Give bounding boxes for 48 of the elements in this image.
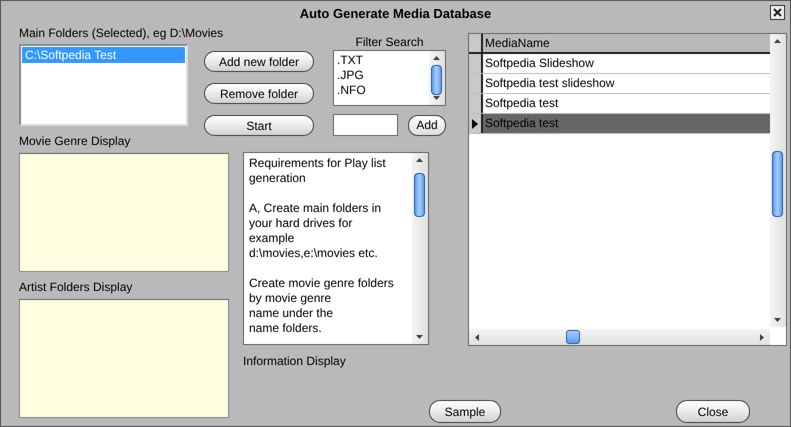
- list-item[interactable]: .JPG: [337, 68, 429, 83]
- down-arrow-icon[interactable]: [433, 96, 440, 100]
- movie-genre-label: Movie Genre Display: [19, 134, 132, 148]
- left-arrow-icon[interactable]: [475, 334, 479, 341]
- info-paragraph: Create movie genre folders by movie genre name under the name folders.: [249, 276, 395, 336]
- scroll-thumb[interactable]: [431, 65, 442, 95]
- close-button[interactable]: Close: [676, 400, 750, 423]
- row-header[interactable]: [469, 74, 483, 93]
- row-header[interactable]: [469, 94, 483, 113]
- scroll-thumb[interactable]: [414, 173, 425, 217]
- scroll-thumb[interactable]: [772, 151, 783, 217]
- information-text-area[interactable]: Requirements for Play list generation A, Create main folders in your hard drives for example d:\movies,e:\movies etc. Create movie genre folders by movie genre name under the name folders.: [243, 152, 429, 345]
- table-cell-text: Softpedia Slideshow: [484, 55, 595, 72]
- up-arrow-icon[interactable]: [774, 39, 781, 43]
- table-row[interactable]: Softpedia Slideshow: [469, 54, 770, 74]
- row-pointer-icon: [472, 118, 478, 128]
- table-cell-text: Softpedia test slideshow: [484, 75, 616, 92]
- scroll-thumb[interactable]: [566, 330, 580, 344]
- filter-list[interactable]: .TXT .JPG .NFO: [333, 50, 446, 106]
- scrollbar[interactable]: [412, 153, 428, 344]
- info-paragraph: A, Create main folders in your hard drives for example d:\movies,e:\movies etc.: [249, 201, 382, 261]
- main-folders-label: Main Folders (Selected), eg D:\Movies: [19, 26, 224, 40]
- table-row[interactable]: Softpedia test slideshow: [469, 74, 770, 94]
- artist-folders-label: Artist Folders Display: [19, 280, 134, 294]
- window-title: Auto Generate Media Database: [300, 6, 492, 21]
- folder-button[interactable]: Start: [204, 115, 314, 136]
- folder-button[interactable]: Remove folder: [204, 83, 314, 104]
- scrollbar[interactable]: [429, 51, 445, 105]
- down-arrow-icon[interactable]: [774, 318, 781, 322]
- row-header[interactable]: [469, 54, 483, 73]
- folder-button[interactable]: Add new folder: [204, 51, 314, 72]
- row-header[interactable]: [469, 114, 483, 133]
- list-item[interactable]: .NFO: [337, 83, 429, 98]
- filter-input-field[interactable]: [333, 114, 398, 136]
- close-icon[interactable]: [770, 5, 785, 20]
- list-item[interactable]: .TXT: [337, 53, 429, 68]
- right-arrow-icon[interactable]: [760, 334, 764, 341]
- filter-search-label: Filter Search: [354, 35, 425, 49]
- sample-button[interactable]: Sample: [429, 400, 501, 423]
- down-arrow-icon[interactable]: [416, 335, 423, 339]
- table-cell-text: Softpedia test: [484, 95, 560, 112]
- add-button[interactable]: Add: [408, 114, 446, 136]
- horizontal-scrollbar[interactable]: [469, 329, 770, 345]
- info-paragraph: Requirements for Play list generation: [249, 156, 387, 186]
- up-arrow-icon[interactable]: [433, 56, 440, 60]
- up-arrow-icon[interactable]: [416, 158, 423, 162]
- scrollbar[interactable]: [770, 34, 786, 327]
- information-display-label: Information Display: [243, 354, 347, 368]
